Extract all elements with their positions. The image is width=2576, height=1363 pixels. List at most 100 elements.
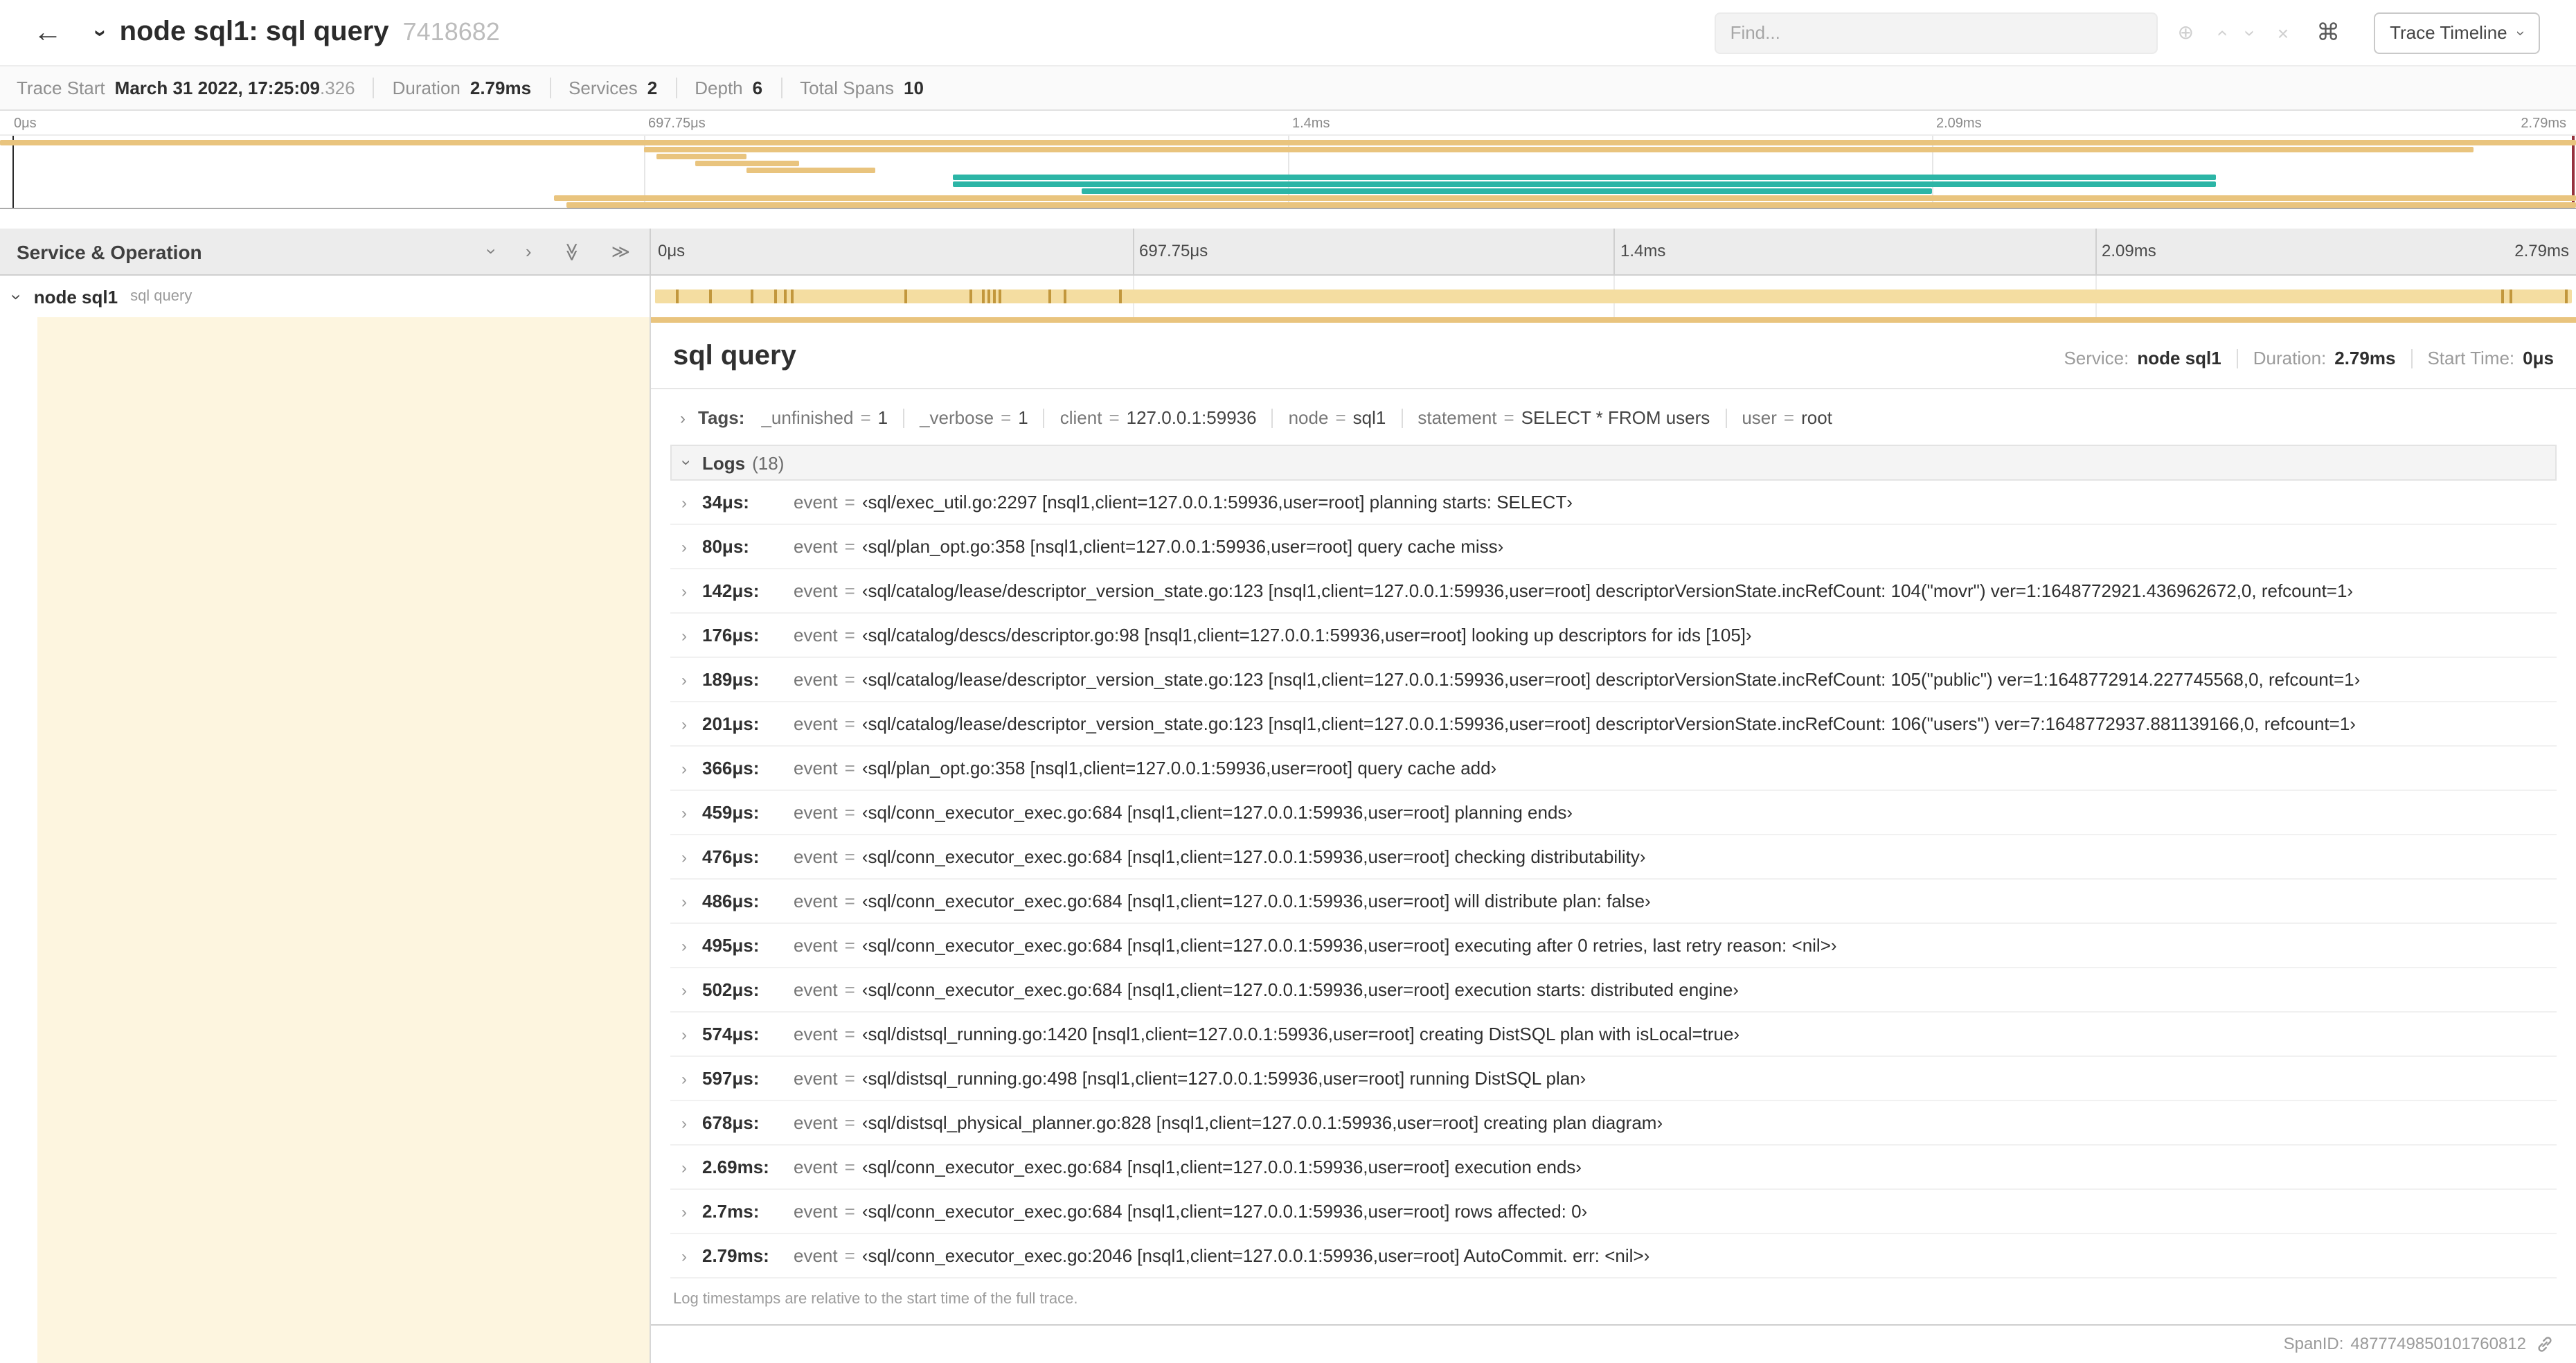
span-bar[interactable] xyxy=(654,289,2573,303)
log-field-value: ‹sql/conn_executor_exec.go:684 [nsql1,cl… xyxy=(861,802,1573,823)
log-marker xyxy=(987,289,990,303)
log-time: 678μs: xyxy=(702,1112,760,1133)
log-row[interactable]: › 597μs: event = ‹sql/distsql_running.go:498… xyxy=(670,1057,2557,1101)
log-row[interactable]: › 2.7ms: event = ‹sql/conn_executor_exec.go:… xyxy=(670,1190,2557,1234)
span-detail-header: sql query Service: node sql1 Duration: 2… xyxy=(651,317,2576,389)
log-equals: = xyxy=(844,1068,855,1089)
log-marker xyxy=(981,289,984,303)
minimap-left-handle[interactable] xyxy=(12,136,14,208)
log-row[interactable]: › 486μs: event = ‹sql/conn_executor_exec.go:… xyxy=(670,880,2557,924)
link-icon xyxy=(2538,1336,2552,1351)
minimap-span xyxy=(0,140,2576,145)
minimap-canvas[interactable] xyxy=(0,134,2576,209)
log-row[interactable]: › 574μs: event = ‹sql/distsql_running.go:142… xyxy=(670,1013,2557,1057)
chevron-right-icon: › xyxy=(681,891,687,911)
span-row-name-cell[interactable]: › node sql1 sql query xyxy=(0,276,651,317)
divider xyxy=(1043,408,1045,427)
log-time: 2.7ms: xyxy=(702,1201,760,1222)
view-switcher-label: Trace Timeline xyxy=(2390,22,2507,43)
log-row[interactable]: › 678μs: event = ‹sql/distsql_physical_plann… xyxy=(670,1101,2557,1146)
log-time: 34μs: xyxy=(702,492,749,513)
log-field-key: event xyxy=(794,846,838,867)
log-equals: = xyxy=(844,1024,855,1044)
minimap-span xyxy=(644,147,2474,152)
log-time: 486μs: xyxy=(702,891,760,911)
log-marker xyxy=(969,289,973,303)
prev-result-chevron-icon[interactable]: › xyxy=(2210,29,2232,35)
tag-value: SELECT * FROM users xyxy=(1521,407,1710,428)
log-field-value: ‹sql/conn_executor_exec.go:684 [nsql1,cl… xyxy=(861,846,1646,867)
tag-key: user xyxy=(1742,407,1777,428)
minimap-tick-label: 2.79ms xyxy=(2521,116,2566,132)
back-button[interactable]: ← xyxy=(33,16,62,49)
next-result-chevron-icon[interactable]: › xyxy=(2239,29,2262,35)
circle-plus-icon[interactable]: ⊕ xyxy=(2178,21,2194,44)
log-row[interactable]: › 502μs: event = ‹sql/conn_executor_exec.go:… xyxy=(670,968,2557,1013)
span-collapse-chevron-icon[interactable]: › xyxy=(6,294,27,300)
log-field-key: event xyxy=(794,669,838,690)
log-marker xyxy=(773,289,777,303)
tag-item: _unfinished = 1 xyxy=(761,407,888,428)
log-field-key: event xyxy=(794,1157,838,1177)
log-field-value: ‹sql/distsql_running.go:1420 [nsql1,clie… xyxy=(861,1024,1740,1044)
log-row[interactable]: › 495μs: event = ‹sql/conn_executor_exec.go:… xyxy=(670,924,2557,968)
log-marker xyxy=(751,289,754,303)
find-input[interactable] xyxy=(1715,12,2158,53)
detail-row-left-fill xyxy=(37,317,650,1363)
tag-equals: = xyxy=(860,407,871,428)
ruler-tick-label: 0μs xyxy=(658,241,686,260)
log-row[interactable]: › 142μs: event = ‹sql/catalog/lease/descript… xyxy=(670,569,2557,614)
trace-start-label: Trace Start xyxy=(17,78,105,98)
logs-footnote: Log timestamps are relative to the start… xyxy=(651,1279,2576,1326)
log-row[interactable]: › 459μs: event = ‹sql/conn_executor_exec.go:… xyxy=(670,791,2557,835)
collapse-one-chevron-icon[interactable]: › xyxy=(482,249,503,255)
log-row[interactable]: › 476μs: event = ‹sql/conn_executor_exec.go:… xyxy=(670,835,2557,880)
log-row[interactable]: › 80μs: event = ‹sql/plan_opt.go:358 [nsql1,… xyxy=(670,525,2557,569)
minimap-tick-labels: 0μs 697.75μs 1.4ms 2.09ms 2.79ms xyxy=(0,111,2576,134)
log-equals: = xyxy=(844,935,855,956)
minimap-span xyxy=(553,195,2576,201)
collapse-header-chevron-icon[interactable]: › xyxy=(87,29,111,37)
tag-value: 1 xyxy=(877,407,888,428)
log-field-value: ‹sql/catalog/lease/descriptor_version_st… xyxy=(861,713,2356,734)
copy-link-button[interactable] xyxy=(2536,1335,2554,1353)
page-title: node sql1: sql query xyxy=(119,17,389,47)
log-time: 495μs: xyxy=(702,935,760,956)
log-equals: = xyxy=(844,1201,855,1222)
minimap-span xyxy=(695,161,799,166)
tag-equals: = xyxy=(1001,407,1012,428)
log-marker xyxy=(1064,289,1067,303)
span-row-timeline-cell[interactable] xyxy=(651,276,2576,317)
log-field-key: event xyxy=(794,758,838,778)
ruler-gridline xyxy=(1613,229,1615,274)
minimap-span xyxy=(1082,188,1932,194)
span-service-name: node sql1 xyxy=(33,286,118,307)
duration-label: Duration xyxy=(392,78,460,98)
log-time: 502μs: xyxy=(702,979,760,1000)
log-row[interactable]: › 34μs: event = ‹sql/exec_util.go:2297 [nsql… xyxy=(670,481,2557,525)
log-row[interactable]: › 2.79ms: event = ‹sql/conn_executor_exec.go… xyxy=(670,1234,2557,1279)
log-field-key: event xyxy=(794,1245,838,1266)
expand-one-chevron-icon[interactable]: › xyxy=(526,241,532,262)
logs-count: (18) xyxy=(752,452,785,473)
log-row[interactable]: › 366μs: event = ‹sql/plan_opt.go:358 [nsql1… xyxy=(670,747,2557,791)
log-row[interactable]: › 2.69ms: event = ‹sql/conn_executor_exec.go… xyxy=(670,1146,2557,1190)
expand-all-chevron-icon[interactable]: ≫ xyxy=(611,240,630,262)
log-row[interactable]: › 201μs: event = ‹sql/catalog/lease/descript… xyxy=(670,702,2557,747)
clear-search-icon[interactable]: × xyxy=(2278,21,2289,44)
trace-start-value: March 31 2022, 17:25:09 xyxy=(114,78,320,98)
log-equals: = xyxy=(844,580,855,601)
logs-header[interactable]: › Logs (18) xyxy=(670,445,2557,481)
timeline-ruler[interactable]: 0μs 697.75μs 1.4ms 2.09ms 2.79ms xyxy=(651,229,2576,274)
log-time: 142μs: xyxy=(702,580,760,601)
log-field-key: event xyxy=(794,1112,838,1133)
keyboard-shortcuts-button[interactable]: ⌘ xyxy=(2316,19,2340,46)
log-row[interactable]: › 176μs: event = ‹sql/catalog/descs/descript… xyxy=(670,614,2557,658)
log-row[interactable]: › 189μs: event = ‹sql/catalog/lease/descript… xyxy=(670,658,2557,702)
tags-row[interactable]: › Tags: _unfinished = 1 _verbose = 1 cli… xyxy=(670,389,2557,445)
log-field-value: ‹sql/catalog/descs/descriptor.go:98 [nsq… xyxy=(861,625,1752,645)
log-field-value: ‹sql/exec_util.go:2297 [nsql1,client=127… xyxy=(861,492,1573,513)
log-equals: = xyxy=(844,625,855,645)
view-switcher-button[interactable]: Trace Timeline › xyxy=(2373,12,2540,53)
collapse-all-chevron-icon[interactable]: ≫ xyxy=(560,242,582,260)
